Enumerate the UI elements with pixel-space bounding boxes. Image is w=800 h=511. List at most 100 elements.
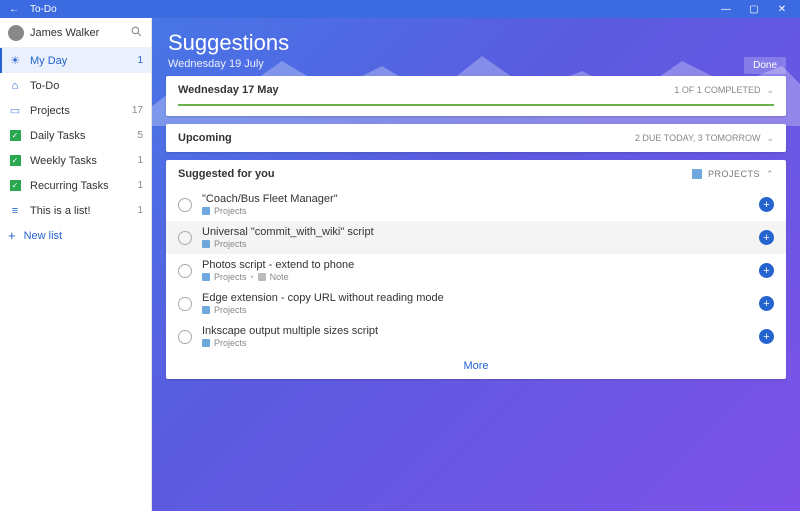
completed-card-title: Wednesday 17 May	[178, 84, 279, 96]
task-list-label: Projects	[214, 206, 247, 216]
task-row[interactable]: Edge extension - copy URL without readin…	[166, 287, 786, 320]
task-list-label: Projects	[214, 305, 247, 315]
projects-badge-label: PROJECTS	[708, 169, 760, 179]
add-to-day-button[interactable]: +	[759, 197, 774, 212]
calendar-icon	[202, 273, 210, 281]
calendar-icon	[202, 207, 210, 215]
sidebar-item-count: 1	[137, 205, 143, 216]
sidebar-item-count: 1	[137, 180, 143, 191]
task-meta: Projects•Note	[202, 272, 749, 282]
plus-icon: +	[8, 228, 16, 243]
note-icon	[258, 273, 266, 281]
home-icon: ⌂	[8, 80, 22, 92]
sidebar-item-count: 5	[137, 130, 143, 141]
task-checkbox[interactable]	[178, 297, 192, 311]
folder-icon: ▭	[8, 104, 22, 117]
sidebar-item-to-do[interactable]: ⌂ To-Do	[0, 73, 151, 98]
task-body: Universal "commit_with_wiki" scriptProje…	[202, 226, 749, 249]
upcoming-status: 2 DUE TODAY, 3 TOMORROW	[635, 133, 761, 143]
task-row[interactable]: Photos script - extend to phoneProjects•…	[166, 254, 786, 287]
task-meta: Projects	[202, 338, 749, 348]
window-controls: ― ▢ ✕	[712, 4, 796, 15]
sidebar-item-label: This is a list!	[30, 205, 129, 217]
task-meta: Projects	[202, 239, 749, 249]
completed-status: 1 OF 1 COMPLETED	[674, 85, 760, 95]
task-meta: Projects	[202, 206, 749, 216]
done-button[interactable]: Done	[744, 57, 786, 74]
sidebar: James Walker ☀My Day1 ⌂ To-Do ▭ Projects 17 ✓ D…	[0, 18, 152, 511]
sidebar-item-weekly-tasks[interactable]: ✓ Weekly Tasks 1	[0, 148, 151, 173]
task-list-label: Projects	[214, 338, 247, 348]
calendar-icon	[202, 339, 210, 347]
checkbox-icon: ✓	[8, 130, 22, 141]
calendar-icon	[202, 240, 210, 248]
task-note-label: Note	[270, 272, 289, 282]
task-title: Universal "commit_with_wiki" script	[202, 226, 749, 238]
suggested-card: Suggested for you PROJECTS ⌃ "Coach/Bus …	[166, 160, 786, 379]
suggested-header[interactable]: Suggested for you PROJECTS ⌃	[166, 160, 786, 188]
add-to-day-button[interactable]: +	[759, 230, 774, 245]
sidebar-item-label: Daily Tasks	[30, 130, 129, 142]
task-list-label: Projects	[214, 272, 247, 282]
sun-icon: ☀	[8, 54, 22, 67]
close-button[interactable]: ✕	[768, 4, 796, 15]
chevron-down-icon: ⌄	[766, 133, 774, 144]
list-icon: ≡	[8, 205, 22, 217]
calendar-icon	[202, 306, 210, 314]
user-name: James Walker	[30, 27, 124, 39]
add-to-day-button[interactable]: +	[759, 263, 774, 278]
new-list-label: New list	[24, 230, 63, 242]
sidebar-item-label: Projects	[30, 105, 124, 117]
sidebar-item-count: 1	[137, 155, 143, 166]
task-checkbox[interactable]	[178, 198, 192, 212]
add-to-day-button[interactable]: +	[759, 296, 774, 311]
completed-card[interactable]: Wednesday 17 May 1 OF 1 COMPLETED ⌄	[166, 76, 786, 116]
task-checkbox[interactable]	[178, 330, 192, 344]
sidebar-item-projects[interactable]: ▭ Projects 17	[0, 98, 151, 123]
page-date: Wednesday 19 July	[168, 58, 784, 70]
sidebar-item-this-is-a-list-[interactable]: ≡ This is a list! 1	[0, 198, 151, 223]
minimize-button[interactable]: ―	[712, 4, 740, 15]
task-checkbox[interactable]	[178, 231, 192, 245]
chevron-up-icon: ⌃	[766, 169, 774, 180]
sidebar-item-my-day[interactable]: ☀My Day1	[0, 48, 151, 73]
checkbox-icon: ✓	[8, 180, 22, 191]
task-row[interactable]: Inkscape output multiple sizes scriptPro…	[166, 320, 786, 353]
search-icon[interactable]	[130, 25, 143, 41]
maximize-button[interactable]: ▢	[740, 4, 768, 15]
sidebar-item-label: Weekly Tasks	[30, 155, 129, 167]
sidebar-item-count: 1	[137, 55, 143, 66]
sidebar-item-label: Recurring Tasks	[30, 180, 129, 192]
progress-fill	[178, 104, 774, 106]
main-header: Suggestions Wednesday 19 July Done	[152, 18, 800, 76]
sidebar-item-daily-tasks[interactable]: ✓ Daily Tasks 5	[0, 123, 151, 148]
task-title: Inkscape output multiple sizes script	[202, 325, 749, 337]
new-list-button[interactable]: + New list	[0, 223, 151, 248]
titlebar: ← To-Do ― ▢ ✕	[0, 0, 800, 18]
task-row[interactable]: Universal "commit_with_wiki" scriptProje…	[166, 221, 786, 254]
upcoming-title: Upcoming	[178, 132, 232, 144]
checkbox-icon: ✓	[8, 155, 22, 166]
page-title: Suggestions	[168, 30, 784, 56]
sidebar-item-recurring-tasks[interactable]: ✓ Recurring Tasks 1	[0, 173, 151, 198]
back-button[interactable]: ←	[4, 4, 24, 15]
projects-badge-icon	[692, 169, 702, 179]
progress-bar	[178, 104, 774, 106]
task-title: Photos script - extend to phone	[202, 259, 749, 271]
task-title: "Coach/Bus Fleet Manager"	[202, 193, 749, 205]
chevron-down-icon: ⌄	[766, 85, 774, 96]
task-checkbox[interactable]	[178, 264, 192, 278]
sidebar-item-label: To-Do	[30, 80, 135, 92]
add-to-day-button[interactable]: +	[759, 329, 774, 344]
more-button[interactable]: More	[166, 353, 786, 379]
upcoming-card[interactable]: Upcoming 2 DUE TODAY, 3 TOMORROW ⌄	[166, 124, 786, 152]
avatar	[8, 25, 24, 41]
task-row[interactable]: "Coach/Bus Fleet Manager"Projects +	[166, 188, 786, 221]
task-title: Edge extension - copy URL without readin…	[202, 292, 749, 304]
user-row[interactable]: James Walker	[0, 18, 151, 48]
task-body: "Coach/Bus Fleet Manager"Projects	[202, 193, 749, 216]
main-panel: Suggestions Wednesday 19 July Done Wedne…	[152, 18, 800, 511]
sidebar-item-count: 17	[132, 105, 143, 116]
task-body: Edge extension - copy URL without readin…	[202, 292, 749, 315]
suggested-title: Suggested for you	[178, 168, 275, 180]
